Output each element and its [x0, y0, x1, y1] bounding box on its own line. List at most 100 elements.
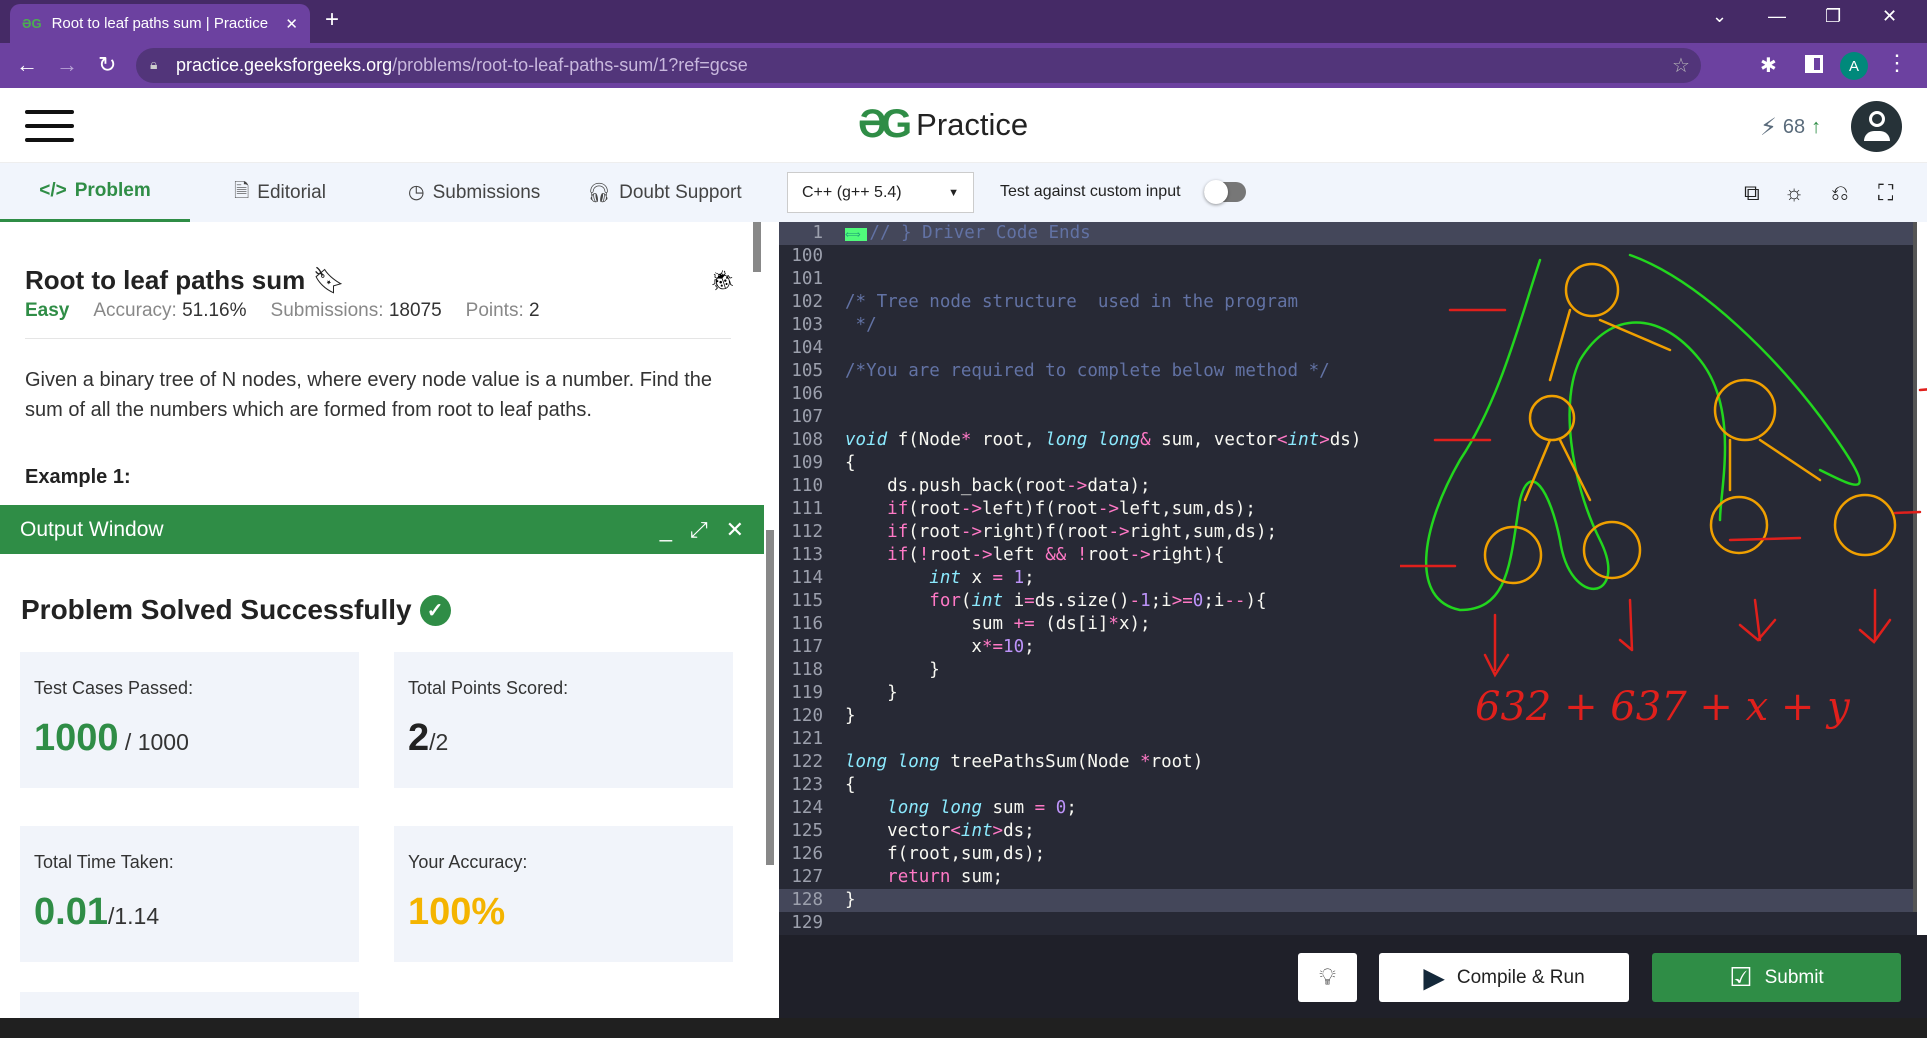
back-icon[interactable]: ←: [16, 52, 38, 78]
close-output-icon[interactable]: ✕: [726, 517, 744, 543]
code-line[interactable]: 124 long long sum = 0;: [779, 797, 1917, 820]
code-line[interactable]: 108 void f(Node* root, long long& sum, ve…: [779, 429, 1917, 452]
minimize-icon[interactable]: —: [1768, 6, 1786, 27]
site-logo[interactable]: ƏG Practice: [858, 102, 1028, 147]
close-window-icon[interactable]: ✕: [1882, 6, 1897, 27]
problem-scrollbar[interactable]: [753, 222, 761, 272]
hint-bulb-button[interactable]: 💡︎: [1298, 953, 1357, 1002]
reload-icon[interactable]: ↻: [98, 52, 116, 78]
code-line[interactable]: 128}: [779, 889, 1917, 912]
restore-icon[interactable]: ❐: [1825, 6, 1841, 27]
tab-search-icon[interactable]: ⌄: [1712, 6, 1727, 27]
code-token: ds;: [1003, 821, 1035, 841]
output-scrollbar[interactable]: [766, 530, 774, 865]
code-line[interactable]: 125 vector<int>ds;: [779, 820, 1917, 843]
user-avatar-icon[interactable]: [1851, 101, 1902, 152]
code-line[interactable]: 105 /*You are required to complete below …: [779, 360, 1917, 383]
line-number: 104: [791, 338, 823, 358]
code-line[interactable]: 103 */: [779, 314, 1917, 337]
line-number: 115: [791, 591, 823, 611]
code-line[interactable]: 111 if(root->left)f(root->left,sum,ds);: [779, 498, 1917, 521]
code-token: void: [845, 430, 888, 450]
hamburger-menu-icon[interactable]: [25, 110, 74, 142]
forward-icon[interactable]: →: [56, 52, 78, 78]
code-line[interactable]: 120}: [779, 705, 1917, 728]
line-number: 1: [812, 223, 823, 243]
code-line[interactable]: 122 long long treePathsSum(Node *root): [779, 751, 1917, 774]
code-token: /*You are required to complete below met…: [845, 361, 1330, 381]
tab-editorial[interactable]: 🗎 Editorial: [234, 163, 326, 222]
code-text: f(root,sum,ds);: [845, 843, 1045, 866]
editor-scrollbar[interactable]: [1913, 222, 1917, 912]
minimize-output-icon[interactable]: _: [660, 517, 672, 543]
custom-input-label: Test against custom input: [1000, 183, 1181, 200]
tab-doubt-support[interactable]: 🎧︎ Doubt Support: [587, 163, 742, 222]
code-line[interactable]: 121: [779, 728, 1917, 751]
code-line[interactable]: 127 return sum;: [779, 866, 1917, 889]
lock-icon[interactable]: 🔒︎: [150, 56, 157, 73]
fullscreen-icon[interactable]: ⛶: [1878, 180, 1893, 206]
reset-code-icon[interactable]: ⎌: [1831, 180, 1849, 206]
code-line[interactable]: 116 sum += (ds[i]*x);: [779, 613, 1917, 636]
copy-icon[interactable]: ⧉: [1744, 180, 1760, 206]
code-text: long long treePathsSum(Node *root): [845, 751, 1203, 774]
side-panel-icon[interactable]: [1805, 55, 1823, 73]
streak-counter[interactable]: ⚡︎ 68 ↑: [1760, 113, 1821, 142]
problem-meta: Easy Accuracy: 51.16% Submissions: 18075…: [25, 300, 540, 322]
code-line[interactable]: 123 {: [779, 774, 1917, 797]
code-line[interactable]: 101: [779, 268, 1917, 291]
tab-problem[interactable]: </> Problem: [0, 163, 190, 222]
profile-avatar[interactable]: A: [1840, 52, 1868, 80]
code-token: >: [1319, 430, 1330, 450]
code-token: (root: [908, 499, 961, 519]
code-token: 0: [1192, 591, 1204, 611]
code-token: ->: [971, 545, 993, 565]
code-line[interactable]: 110 ds.push_back(root->data);: [779, 475, 1917, 498]
code-text: return sum;: [845, 866, 1003, 889]
code-line[interactable]: 107: [779, 406, 1917, 429]
extensions-icon[interactable]: ✱: [1760, 53, 1777, 78]
code-token: >=: [1171, 591, 1193, 611]
code-line[interactable]: 109 {: [779, 452, 1917, 475]
line-number: 124: [791, 798, 823, 818]
code-line[interactable]: 106: [779, 383, 1917, 406]
code-line[interactable]: 113 if(!root->left && !root->right){: [779, 544, 1917, 567]
code-line[interactable]: 114 int x = 1;: [779, 567, 1917, 590]
code-token: +=: [1013, 614, 1035, 634]
line-number: 127: [791, 867, 823, 887]
report-bug-icon[interactable]: 🐞︎: [710, 268, 735, 293]
code-line[interactable]: 112 if(root->right)f(root->right,sum,ds)…: [779, 521, 1917, 544]
code-line[interactable]: 119 }: [779, 682, 1917, 705]
browser-menu-icon[interactable]: ⋮: [1886, 50, 1908, 76]
code-editor[interactable]: 1 ⟺ // } Driver Code Ends 100 101 102/* Tree…: [779, 222, 1917, 935]
code-line[interactable]: 117 x*=10;: [779, 636, 1917, 659]
code-token: }: [845, 890, 856, 910]
code-line[interactable]: 126 f(root,sum,ds);: [779, 843, 1917, 866]
code-line[interactable]: 129: [779, 912, 1917, 935]
code-token: if: [887, 522, 909, 542]
language-select[interactable]: C++ (g++ 5.4) ▼: [787, 172, 974, 213]
close-tab-icon[interactable]: ✕: [285, 15, 298, 33]
address-bar[interactable]: practice.geeksforgeeks.org/problems/root…: [136, 48, 1701, 83]
new-tab-icon[interactable]: +: [325, 6, 339, 34]
code-token: (root: [908, 522, 961, 542]
code-line[interactable]: 115 for(int i=ds.size()-1;i>=0;i--){: [779, 590, 1917, 613]
custom-input-toggle[interactable]: [1204, 180, 1246, 204]
bookmark-icon[interactable]: 🔖︎: [312, 265, 345, 295]
bookmark-star-icon[interactable]: ☆: [1672, 53, 1690, 78]
submit-button[interactable]: ☑ Submit: [1652, 953, 1901, 1002]
folded-code-icon[interactable]: ⟺: [845, 228, 868, 241]
browser-tab[interactable]: ƏG Root to leaf paths sum | Practice ✕: [10, 4, 310, 43]
code-line[interactable]: 104: [779, 337, 1917, 360]
code-token: (: [960, 591, 972, 611]
code-token: */: [845, 315, 877, 335]
theme-sun-icon[interactable]: ☼: [1784, 180, 1804, 206]
code-line[interactable]: 1 ⟺ // } Driver Code Ends: [779, 222, 1917, 245]
compile-run-button[interactable]: ▶ Compile & Run: [1379, 953, 1629, 1002]
code-line[interactable]: 100: [779, 245, 1917, 268]
expand-output-icon[interactable]: ⤢: [690, 517, 708, 543]
code-line[interactable]: 102 /* Tree node structure used in the pr…: [779, 291, 1917, 314]
code-line[interactable]: 118 }: [779, 659, 1917, 682]
tab-submissions[interactable]: ◷ Submissions: [408, 163, 540, 222]
play-icon: ▶: [1423, 962, 1445, 993]
